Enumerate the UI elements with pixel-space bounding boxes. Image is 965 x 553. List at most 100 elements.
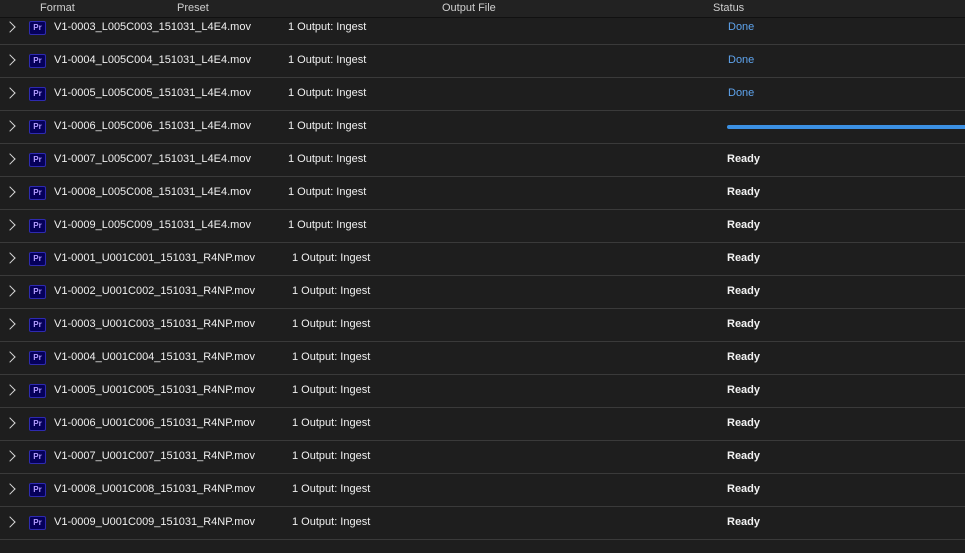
table-row[interactable]: Pr V1-0009_U001C009_151031_R4NP.mov 1 Ou… — [0, 507, 965, 540]
source-file-name: V1-0008_L005C008_151031_L4E4.mov — [54, 186, 251, 198]
premiere-pro-icon: Pr — [29, 318, 46, 332]
status-label: Done — [728, 21, 755, 33]
preset-label[interactable]: 1 Output: Ingest — [292, 252, 370, 264]
status-label: Done — [728, 54, 755, 66]
status-label: Done — [728, 87, 755, 99]
premiere-pro-icon: Pr — [29, 285, 46, 299]
preset-label[interactable]: 1 Output: Ingest — [292, 318, 370, 330]
column-preset[interactable]: Preset — [177, 2, 209, 14]
premiere-pro-icon: Pr — [29, 21, 46, 35]
preset-label[interactable]: 1 Output: Ingest — [288, 153, 366, 165]
table-row[interactable]: Pr V1-0001_U001C001_151031_R4NP.mov 1 Ou… — [0, 243, 965, 276]
source-file-name: V1-0004_L005C004_151031_L4E4.mov — [54, 54, 251, 66]
source-file-name: V1-0007_U001C007_151031_R4NP.mov — [54, 450, 256, 462]
status-label: Ready — [727, 450, 761, 462]
premiere-pro-icon: Pr — [29, 153, 46, 167]
status-label: Ready — [727, 252, 761, 264]
preset-label[interactable]: 1 Output: Ingest — [292, 285, 370, 297]
status-label: Ready — [727, 285, 761, 297]
preset-label[interactable]: 1 Output: Ingest — [292, 516, 370, 528]
source-file-name: V1-0004_U001C004_151031_R4NP.mov — [54, 351, 256, 363]
chevron-right-icon[interactable] — [4, 54, 16, 66]
table-row-partial[interactable]: Pr — [0, 540, 965, 553]
premiere-pro-icon: Pr — [29, 54, 46, 68]
preset-label[interactable]: 1 Output: Ingest — [288, 120, 366, 132]
source-file-name: V1-0005_U001C005_151031_R4NP.mov — [54, 384, 256, 396]
premiere-pro-icon: Pr — [29, 384, 46, 398]
table-row[interactable]: Pr V1-0004_L005C004_151031_L4E4.mov 1 Ou… — [0, 45, 965, 78]
table-row[interactable]: Pr V1-0003_U001C003_151031_R4NP.mov 1 Ou… — [0, 309, 965, 342]
source-file-name: V1-0006_L005C006_151031_L4E4.mov — [54, 120, 251, 132]
preset-label[interactable]: 1 Output: Ingest — [292, 417, 370, 429]
table-row[interactable]: Pr V1-0005_L005C005_151031_L4E4.mov 1 Ou… — [0, 78, 965, 111]
preset-label[interactable]: 1 Output: Ingest — [292, 351, 370, 363]
table-row[interactable]: Pr V1-0007_U001C007_151031_R4NP.mov 1 Ou… — [0, 441, 965, 474]
source-file-name: V1-0005_L005C005_151031_L4E4.mov — [54, 87, 251, 99]
chevron-right-icon[interactable] — [4, 516, 16, 528]
chevron-right-icon[interactable] — [4, 120, 16, 132]
status-label: Ready — [727, 351, 761, 363]
preset-label[interactable]: 1 Output: Ingest — [288, 219, 366, 231]
table-row[interactable]: Pr V1-0005_U001C005_151031_R4NP.mov 1 Ou… — [0, 375, 965, 408]
table-row[interactable]: Pr V1-0002_U001C002_151031_R4NP.mov 1 Ou… — [0, 276, 965, 309]
render-queue: Format Preset Output File Status Pr V1-0… — [0, 0, 965, 553]
chevron-right-icon[interactable] — [4, 21, 16, 33]
column-output-file[interactable]: Output File — [442, 2, 496, 14]
table-row[interactable]: Pr V1-0008_U001C008_151031_R4NP.mov 1 Ou… — [0, 474, 965, 507]
premiere-pro-icon: Pr — [29, 450, 46, 464]
chevron-right-icon[interactable] — [4, 285, 16, 297]
table-row[interactable]: Pr V1-0009_L005C009_151031_L4E4.mov 1 Ou… — [0, 210, 965, 243]
premiere-pro-icon: Pr — [29, 252, 46, 266]
source-file-name: V1-0001_U001C001_151031_R4NP.mov — [54, 252, 256, 264]
status-label: Ready — [727, 516, 761, 528]
source-file-name: V1-0007_L005C007_151031_L4E4.mov — [54, 153, 251, 165]
source-file-name: V1-0006_U001C006_151031_R4NP.mov — [54, 417, 256, 429]
table-row[interactable]: Pr V1-0004_U001C004_151031_R4NP.mov 1 Ou… — [0, 342, 965, 375]
preset-label[interactable]: 1 Output: Ingest — [288, 21, 366, 33]
status-label: Ready — [727, 153, 761, 165]
chevron-right-icon[interactable] — [4, 219, 16, 231]
table-row[interactable]: Pr V1-0006_L005C006_151031_L4E4.mov 1 Ou… — [0, 111, 965, 144]
source-file-name: V1-0009_U001C009_151031_R4NP.mov — [54, 516, 256, 528]
source-file-name: V1-0009_L005C009_151031_L4E4.mov — [54, 219, 251, 231]
premiere-pro-icon: Pr — [29, 483, 46, 497]
status-label: Ready — [727, 417, 761, 429]
chevron-right-icon[interactable] — [4, 384, 16, 396]
preset-label[interactable]: 1 Output: Ingest — [288, 186, 366, 198]
preset-label[interactable]: 1 Output: Ingest — [292, 450, 370, 462]
table-row[interactable]: Pr V1-0006_U001C006_151031_R4NP.mov 1 Ou… — [0, 408, 965, 441]
queue-rows: Pr V1-0003_L005C003_151031_L4E4.mov 1 Ou… — [0, 12, 965, 553]
preset-label[interactable]: 1 Output: Ingest — [288, 87, 366, 99]
chevron-right-icon[interactable] — [4, 417, 16, 429]
chevron-right-icon[interactable] — [4, 351, 16, 363]
premiere-pro-icon: Pr — [29, 417, 46, 431]
chevron-right-icon[interactable] — [4, 186, 16, 198]
status-label: Ready — [727, 318, 761, 330]
column-format[interactable]: Format — [40, 2, 75, 14]
source-file-name: V1-0003_U001C003_151031_R4NP.mov — [54, 318, 256, 330]
premiere-pro-icon: Pr — [29, 186, 46, 200]
source-file-name: V1-0002_U001C002_151031_R4NP.mov — [54, 285, 256, 297]
column-status[interactable]: Status — [713, 2, 744, 14]
source-file-name: V1-0003_L005C003_151031_L4E4.mov — [54, 21, 251, 33]
status-label: Ready — [727, 186, 761, 198]
premiere-pro-icon: Pr — [29, 516, 46, 530]
chevron-right-icon[interactable] — [4, 483, 16, 495]
table-row[interactable]: Pr V1-0007_L005C007_151031_L4E4.mov 1 Ou… — [0, 144, 965, 177]
preset-label[interactable]: 1 Output: Ingest — [292, 483, 370, 495]
status-label: Ready — [727, 384, 761, 396]
preset-label[interactable]: 1 Output: Ingest — [288, 54, 366, 66]
chevron-right-icon[interactable] — [4, 450, 16, 462]
premiere-pro-icon: Pr — [29, 87, 46, 101]
chevron-right-icon[interactable] — [4, 87, 16, 99]
premiere-pro-icon: Pr — [29, 120, 46, 134]
premiere-pro-icon: Pr — [29, 351, 46, 365]
source-file-name: V1-0008_U001C008_151031_R4NP.mov — [54, 483, 256, 495]
chevron-right-icon[interactable] — [4, 318, 16, 330]
chevron-right-icon[interactable] — [4, 252, 16, 264]
table-row[interactable]: Pr V1-0008_L005C008_151031_L4E4.mov 1 Ou… — [0, 177, 965, 210]
chevron-right-icon[interactable] — [4, 153, 16, 165]
encoding-progress-bar — [727, 125, 965, 129]
preset-label[interactable]: 1 Output: Ingest — [292, 384, 370, 396]
status-label: Ready — [727, 219, 761, 231]
